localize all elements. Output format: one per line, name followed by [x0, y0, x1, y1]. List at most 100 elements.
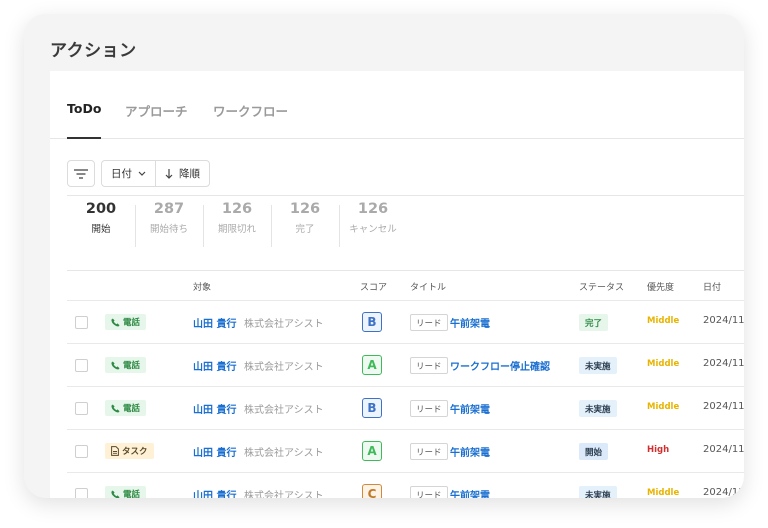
actions-panel: ToDo アプローチ ワークフロー 日付 降順 200 開始 287 開始待ち … [50, 71, 744, 498]
type-badge: 電話 [105, 486, 147, 498]
score-badge: C [362, 484, 382, 498]
priority-label: High [647, 445, 670, 455]
priority-label: Middle [647, 359, 680, 369]
lead-tag: リード [410, 443, 448, 460]
type-badge: 電話 [105, 314, 147, 330]
type-label: 電話 [123, 404, 141, 414]
phone-icon [111, 403, 120, 413]
date-cell: 2024/11/ [703, 487, 744, 498]
stat-overdue[interactable]: 126 期限切れ [202, 201, 272, 235]
stat-label: キャンセル [349, 224, 397, 235]
date-cell: 2024/11/ [703, 444, 744, 455]
document-icon [111, 446, 119, 456]
phone-icon [111, 360, 120, 370]
status-badge: 完了 [579, 314, 609, 331]
type-label: 電話 [123, 490, 141, 498]
tab-todo[interactable]: ToDo [67, 101, 102, 139]
stat-label: 完了 [295, 224, 315, 235]
phone-icon [111, 317, 120, 327]
actions-card: アクション ToDo アプローチ ワークフロー 日付 降順 200 開始 287… [24, 14, 744, 498]
person-link[interactable]: 山田 貴行 [193, 444, 236, 459]
priority-label: Middle [647, 402, 680, 412]
tab-bar: ToDo アプローチ ワークフロー [50, 71, 744, 139]
person-link[interactable]: 山田 貴行 [193, 358, 236, 373]
stat-label: 開始待ち [149, 224, 188, 235]
action-title-link[interactable]: 午前架電 [450, 401, 490, 416]
score-badge: B [362, 398, 382, 418]
arrow-down-icon [165, 168, 173, 179]
type-badge: タスク [105, 443, 154, 459]
sort-field-select[interactable]: 日付 [102, 161, 155, 186]
lead-tag: リード [410, 400, 448, 417]
type-label: タスク [122, 447, 148, 457]
stat-number: 287 [153, 201, 185, 217]
score-badge: A [362, 355, 382, 375]
type-badge: 電話 [105, 400, 147, 416]
company-name: 株式会社アシスト [244, 405, 324, 416]
person-link[interactable]: 山田 貴行 [193, 401, 236, 416]
column-header-title[interactable]: タイトル [410, 280, 446, 293]
lead-tag: リード [410, 357, 448, 374]
company-name: 株式会社アシスト [244, 319, 324, 330]
action-title-link[interactable]: 午前架電 [450, 315, 490, 330]
stat-label: 開始 [91, 224, 111, 235]
stats-divider [67, 270, 744, 271]
stat-number: 126 [221, 201, 253, 217]
company-name: 株式会社アシスト [244, 362, 324, 373]
type-label: 電話 [123, 318, 141, 328]
table-row[interactable]: 電話 山田 貴行 株式会社アシスト B リード 午前架電 完了 Middle 2… [67, 300, 744, 343]
column-header-target[interactable]: 対象 [193, 280, 211, 293]
table-row[interactable]: 電話 山田 貴行 株式会社アシスト A リード ワークフロー停止確認 未実施 M… [67, 343, 744, 386]
table-row[interactable]: 電話 山田 貴行 株式会社アシスト B リード 午前架電 未実施 Middle … [67, 386, 744, 429]
person-link[interactable]: 山田 貴行 [193, 315, 236, 330]
date-cell: 2024/11/ [703, 358, 744, 369]
stat-cancelled[interactable]: 126 キャンセル [338, 201, 408, 235]
stat-completed[interactable]: 126 完了 [270, 201, 340, 235]
phone-icon [111, 489, 120, 498]
row-checkbox[interactable] [75, 359, 88, 372]
page-title: アクション [50, 41, 137, 61]
stat-waiting[interactable]: 287 開始待ち [134, 201, 204, 235]
person-link[interactable]: 山田 貴行 [193, 487, 236, 498]
tab-workflow[interactable]: ワークフロー [213, 101, 288, 139]
stat-number: 126 [357, 201, 389, 217]
stat-started[interactable]: 200 開始 [66, 201, 136, 235]
stat-number: 200 [85, 201, 117, 217]
action-title-link[interactable]: 午前架電 [450, 444, 490, 459]
column-header-priority[interactable]: 優先度 [647, 280, 674, 293]
row-checkbox[interactable] [75, 488, 88, 498]
row-checkbox[interactable] [75, 402, 88, 415]
row-checkbox[interactable] [75, 445, 88, 458]
sort-field-label: 日付 [111, 168, 132, 180]
sort-order-button[interactable]: 降順 [155, 161, 209, 186]
score-badge: A [362, 441, 382, 461]
score-badge: B [362, 312, 382, 332]
stat-number: 126 [289, 201, 321, 217]
lead-tag: リード [410, 314, 448, 331]
priority-label: Middle [647, 316, 680, 326]
column-header-score[interactable]: スコア [360, 280, 387, 293]
date-cell: 2024/11/ [703, 315, 744, 326]
row-checkbox[interactable] [75, 316, 88, 329]
sort-order-label: 降順 [179, 168, 200, 180]
filter-icon [74, 168, 88, 179]
type-label: 電話 [123, 361, 141, 371]
table-row[interactable]: タスク 山田 貴行 株式会社アシスト A リード 午前架電 開始 High 20… [67, 429, 744, 472]
toolbar-divider [67, 195, 744, 196]
date-cell: 2024/11/ [703, 401, 744, 412]
column-header-status[interactable]: ステータス [579, 280, 624, 293]
stat-label: 期限切れ [217, 224, 256, 235]
status-badge: 未実施 [579, 486, 617, 498]
status-badge: 開始 [579, 443, 609, 460]
sort-control: 日付 降順 [101, 160, 210, 187]
chevron-down-icon [138, 171, 146, 176]
type-badge: 電話 [105, 357, 147, 373]
filter-button[interactable] [67, 160, 95, 187]
column-header-date[interactable]: 日付 [703, 280, 721, 293]
tab-approach[interactable]: アプローチ [125, 101, 188, 139]
table-row[interactable]: 電話 山田 貴行 株式会社アシスト C リード 午前架電 未実施 Middle … [67, 472, 744, 498]
status-badge: 未実施 [579, 357, 617, 374]
status-badge: 未実施 [579, 400, 617, 417]
action-title-link[interactable]: ワークフロー停止確認 [450, 358, 550, 373]
action-title-link[interactable]: 午前架電 [450, 487, 490, 498]
